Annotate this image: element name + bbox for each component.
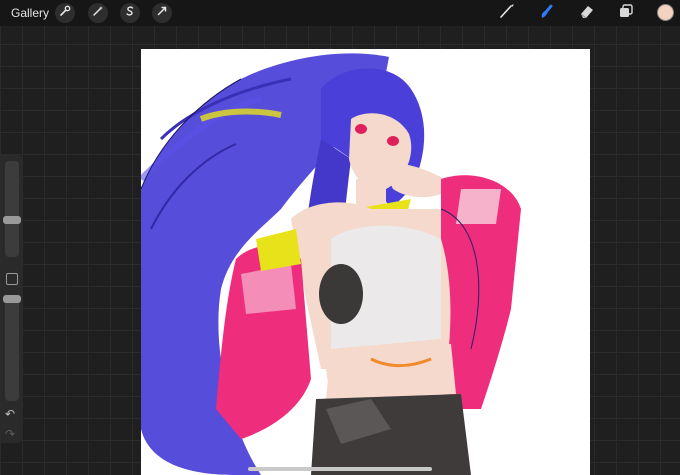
redo-button[interactable]: ↷ bbox=[5, 428, 15, 440]
brush-size-handle[interactable] bbox=[3, 215, 21, 224]
brush-tool-button[interactable] bbox=[497, 3, 517, 23]
transform-button[interactable] bbox=[152, 3, 172, 23]
smudge-tool-button[interactable] bbox=[537, 3, 557, 23]
undo-button[interactable]: ↶ bbox=[5, 408, 15, 420]
modify-button[interactable] bbox=[6, 273, 18, 285]
brush-icon bbox=[498, 2, 516, 25]
drawing-canvas[interactable] bbox=[141, 49, 590, 475]
magic-wand-icon bbox=[92, 4, 104, 22]
layers-button[interactable] bbox=[616, 3, 636, 23]
color-picker-button[interactable] bbox=[657, 4, 674, 21]
selection-s-icon bbox=[124, 4, 136, 22]
opacity-slider[interactable] bbox=[5, 295, 19, 401]
home-indicator bbox=[248, 467, 432, 471]
top-toolbar: Gallery bbox=[0, 0, 680, 26]
smudge-icon bbox=[538, 2, 556, 25]
dark-shorts bbox=[311, 394, 471, 475]
adjustments-button[interactable] bbox=[88, 3, 108, 23]
eraser-tool-button[interactable] bbox=[577, 3, 597, 23]
gallery-button[interactable]: Gallery bbox=[11, 6, 49, 20]
wrench-icon bbox=[59, 4, 71, 22]
layers-icon bbox=[617, 2, 635, 25]
artwork bbox=[141, 53, 521, 475]
transform-arrow-icon bbox=[156, 4, 168, 22]
actions-button[interactable] bbox=[55, 3, 75, 23]
selection-button[interactable] bbox=[120, 3, 140, 23]
eraser-icon bbox=[578, 2, 596, 25]
opacity-handle[interactable] bbox=[3, 295, 21, 303]
left-sidebar: ↶ ↷ bbox=[1, 155, 23, 443]
brush-size-slider[interactable] bbox=[5, 161, 19, 257]
